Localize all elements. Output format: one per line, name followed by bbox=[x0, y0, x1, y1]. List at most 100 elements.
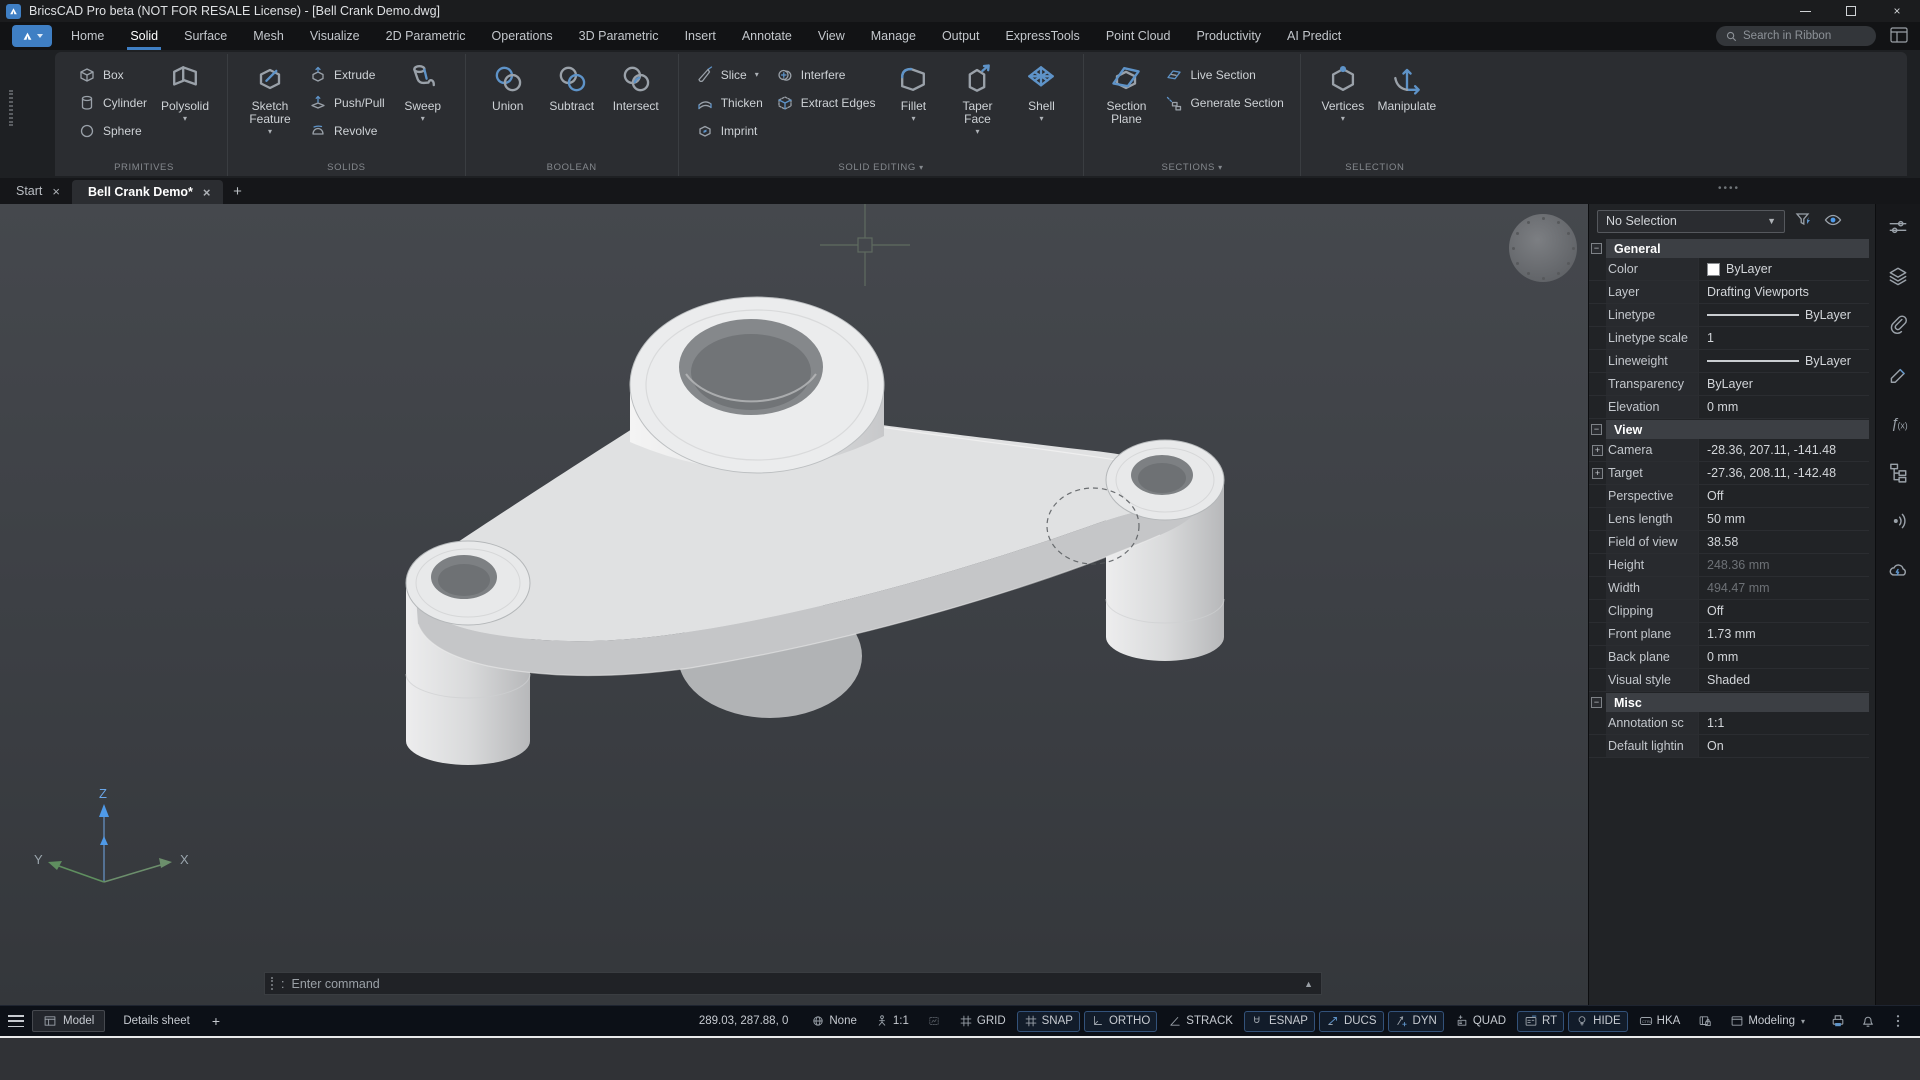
status-toggle-grid[interactable]: GRID bbox=[952, 1011, 1013, 1032]
ribbon-tab-expresstools[interactable]: ExpressTools bbox=[992, 22, 1092, 50]
layout-tab-details-sheet[interactable]: Details sheet bbox=[113, 1012, 199, 1030]
minimize-button[interactable] bbox=[1782, 0, 1828, 22]
properties-section-header-general[interactable]: −General bbox=[1589, 239, 1869, 258]
layers-icon[interactable] bbox=[1887, 265, 1909, 287]
collapse-icon[interactable]: − bbox=[1591, 424, 1602, 435]
command-input-placeholder[interactable]: Enter command bbox=[291, 977, 379, 991]
ribbon-tab-2d-parametric[interactable]: 2D Parametric bbox=[373, 22, 479, 50]
fillet-button[interactable]: Fillet▾ bbox=[881, 58, 945, 123]
property-row-default-lightin[interactable]: Default lightinOn bbox=[1589, 735, 1869, 758]
interfere-button[interactable]: Interfere bbox=[769, 61, 882, 88]
status-toggle-none[interactable]: None bbox=[804, 1011, 864, 1032]
search-in-ribbon-input[interactable]: Search in Ribbon bbox=[1716, 26, 1876, 46]
add-layout-button[interactable]: + bbox=[208, 1013, 224, 1029]
ribbon-tab-point-cloud[interactable]: Point Cloud bbox=[1093, 22, 1184, 50]
property-row-lineweight[interactable]: LineweightByLayer bbox=[1589, 350, 1869, 373]
lookfrom-widget[interactable] bbox=[1509, 214, 1577, 282]
box-button[interactable]: Box bbox=[71, 61, 153, 88]
command-line[interactable]: : Enter command ▲ bbox=[264, 972, 1322, 995]
status-toggle-quad[interactable]: QUAD bbox=[1448, 1011, 1513, 1032]
dropdown-arrow-icon[interactable]: ▾ bbox=[183, 114, 187, 123]
visibility-eye-icon[interactable] bbox=[1823, 210, 1845, 232]
ribbon-tab-operations[interactable]: Operations bbox=[479, 22, 566, 50]
properties-sliders-icon[interactable] bbox=[1887, 216, 1909, 238]
status-toggle-ortho[interactable]: ORTHO bbox=[1084, 1011, 1157, 1032]
status-toggle-dyn[interactable]: DYN bbox=[1388, 1011, 1444, 1032]
ribbon-tab-solid[interactable]: Solid bbox=[117, 22, 171, 50]
sketch-feature-button[interactable]: Sketch Feature▾ bbox=[238, 58, 302, 136]
ribbon-tab-surface[interactable]: Surface bbox=[171, 22, 240, 50]
dropdown-arrow-icon[interactable]: ▾ bbox=[911, 114, 915, 123]
property-row-camera[interactable]: +Camera-28.36, 207.11, -141.48 bbox=[1589, 439, 1869, 462]
imprint-button[interactable]: Imprint bbox=[689, 117, 769, 144]
property-row-linetype[interactable]: LinetypeByLayer bbox=[1589, 304, 1869, 327]
ribbon-group-label[interactable]: SOLID EDITING ▾ bbox=[679, 162, 1084, 173]
status-toggle-snap[interactable]: SNAP bbox=[1017, 1011, 1080, 1032]
dropdown-arrow-icon[interactable]: ▾ bbox=[1039, 114, 1043, 123]
push-pull-button[interactable]: Push/Pull bbox=[302, 89, 391, 116]
property-row-clipping[interactable]: ClippingOff bbox=[1589, 600, 1869, 623]
cloud-icon[interactable] bbox=[1887, 559, 1909, 581]
command-grip[interactable] bbox=[271, 977, 274, 990]
dropdown-arrow-icon[interactable]: ▾ bbox=[975, 127, 979, 136]
property-row-visual-style[interactable]: Visual styleShaded bbox=[1589, 669, 1869, 692]
shell-button[interactable]: Shell▾ bbox=[1009, 58, 1073, 123]
materials-icon[interactable] bbox=[1887, 363, 1909, 385]
fx-icon[interactable]: ƒ(x) bbox=[1887, 412, 1909, 434]
ribbon-tab-productivity[interactable]: Productivity bbox=[1183, 22, 1274, 50]
property-row-linetype-scale[interactable]: Linetype scale1 bbox=[1589, 327, 1869, 350]
ribbon-tab-3d-parametric[interactable]: 3D Parametric bbox=[566, 22, 672, 50]
model-viewport[interactable]: Z Y X : Enter command ▲ bbox=[0, 204, 1588, 1005]
document-tab-start[interactable]: Start× bbox=[0, 178, 72, 204]
collapse-icon[interactable]: − bbox=[1591, 697, 1602, 708]
document-tab-bell-crank-demo-[interactable]: Bell Crank Demo*× bbox=[72, 180, 223, 204]
property-row-lens-length[interactable]: Lens length50 mm bbox=[1589, 508, 1869, 531]
ribbon-tab-annotate[interactable]: Annotate bbox=[729, 22, 805, 50]
command-expand-arrow[interactable]: ▲ bbox=[1304, 979, 1313, 989]
vertices-button[interactable]: Vertices▾ bbox=[1311, 58, 1375, 123]
maximize-button[interactable] bbox=[1828, 0, 1874, 22]
property-row-target[interactable]: +Target-27.36, 208.11, -142.48 bbox=[1589, 462, 1869, 485]
layout-tab-model[interactable]: Model bbox=[32, 1010, 105, 1032]
application-button[interactable] bbox=[12, 25, 52, 47]
property-row-color[interactable]: ColorByLayer bbox=[1589, 258, 1869, 281]
sphere-button[interactable]: Sphere bbox=[71, 117, 153, 144]
properties-section-header-misc[interactable]: −Misc bbox=[1589, 693, 1869, 712]
kebab-icon[interactable] bbox=[1890, 1013, 1906, 1029]
property-row-back-plane[interactable]: Back plane0 mm bbox=[1589, 646, 1869, 669]
ribbon-tab-ai-predict[interactable]: AI Predict bbox=[1274, 22, 1354, 50]
intersect-button[interactable]: Intersect bbox=[604, 58, 668, 113]
dropdown-arrow-icon[interactable]: ▾ bbox=[755, 70, 759, 79]
close-tab-icon[interactable]: × bbox=[203, 185, 211, 200]
slice-button[interactable]: Slice▾ bbox=[689, 61, 769, 88]
extract-edges-button[interactable]: Extract Edges bbox=[769, 89, 882, 116]
ribbon-tab-visualize[interactable]: Visualize bbox=[297, 22, 373, 50]
ribbon-group-label[interactable]: SECTIONS ▾ bbox=[1084, 162, 1299, 173]
manipulate-button[interactable]: Manipulate bbox=[1375, 58, 1439, 113]
status-toggle-rt[interactable]: RT bbox=[1517, 1011, 1564, 1032]
property-row-elevation[interactable]: Elevation0 mm bbox=[1589, 396, 1869, 419]
property-row-width[interactable]: Width494.47 mm bbox=[1589, 577, 1869, 600]
property-row-transparency[interactable]: TransparencyByLayer bbox=[1589, 373, 1869, 396]
property-row-perspective[interactable]: PerspectiveOff bbox=[1589, 485, 1869, 508]
expand-icon[interactable]: + bbox=[1592, 468, 1603, 479]
property-row-height[interactable]: Height248.36 mm bbox=[1589, 554, 1869, 577]
ribbon-tab-output[interactable]: Output bbox=[929, 22, 993, 50]
subtract-button[interactable]: Subtract bbox=[540, 58, 604, 113]
property-row-layer[interactable]: LayerDrafting Viewports bbox=[1589, 281, 1869, 304]
bell-icon[interactable] bbox=[1860, 1013, 1876, 1029]
live-section-button[interactable]: Live Section bbox=[1158, 61, 1289, 88]
generate-section-button[interactable]: Generate Section bbox=[1158, 89, 1289, 116]
property-row-annotation-sc[interactable]: Annotation sc1:1 bbox=[1589, 712, 1869, 735]
color-swatch[interactable] bbox=[1707, 263, 1720, 276]
status-toggle-hide[interactable]: HIDE bbox=[1568, 1011, 1627, 1032]
property-row-front-plane[interactable]: Front plane1.73 mm bbox=[1589, 623, 1869, 646]
close-button[interactable]: × bbox=[1874, 0, 1920, 22]
filter-icon[interactable] bbox=[1793, 210, 1815, 232]
status-toggle-1-1[interactable]: 1:1 bbox=[868, 1011, 916, 1032]
properties-section-header-view[interactable]: −View bbox=[1589, 420, 1869, 439]
polysolid-button[interactable]: Polysolid▾ bbox=[153, 58, 217, 123]
ribbon-tab-home[interactable]: Home bbox=[58, 22, 117, 50]
ribbon-tab-manage[interactable]: Manage bbox=[858, 22, 929, 50]
taper-face-button[interactable]: Taper Face▾ bbox=[945, 58, 1009, 136]
